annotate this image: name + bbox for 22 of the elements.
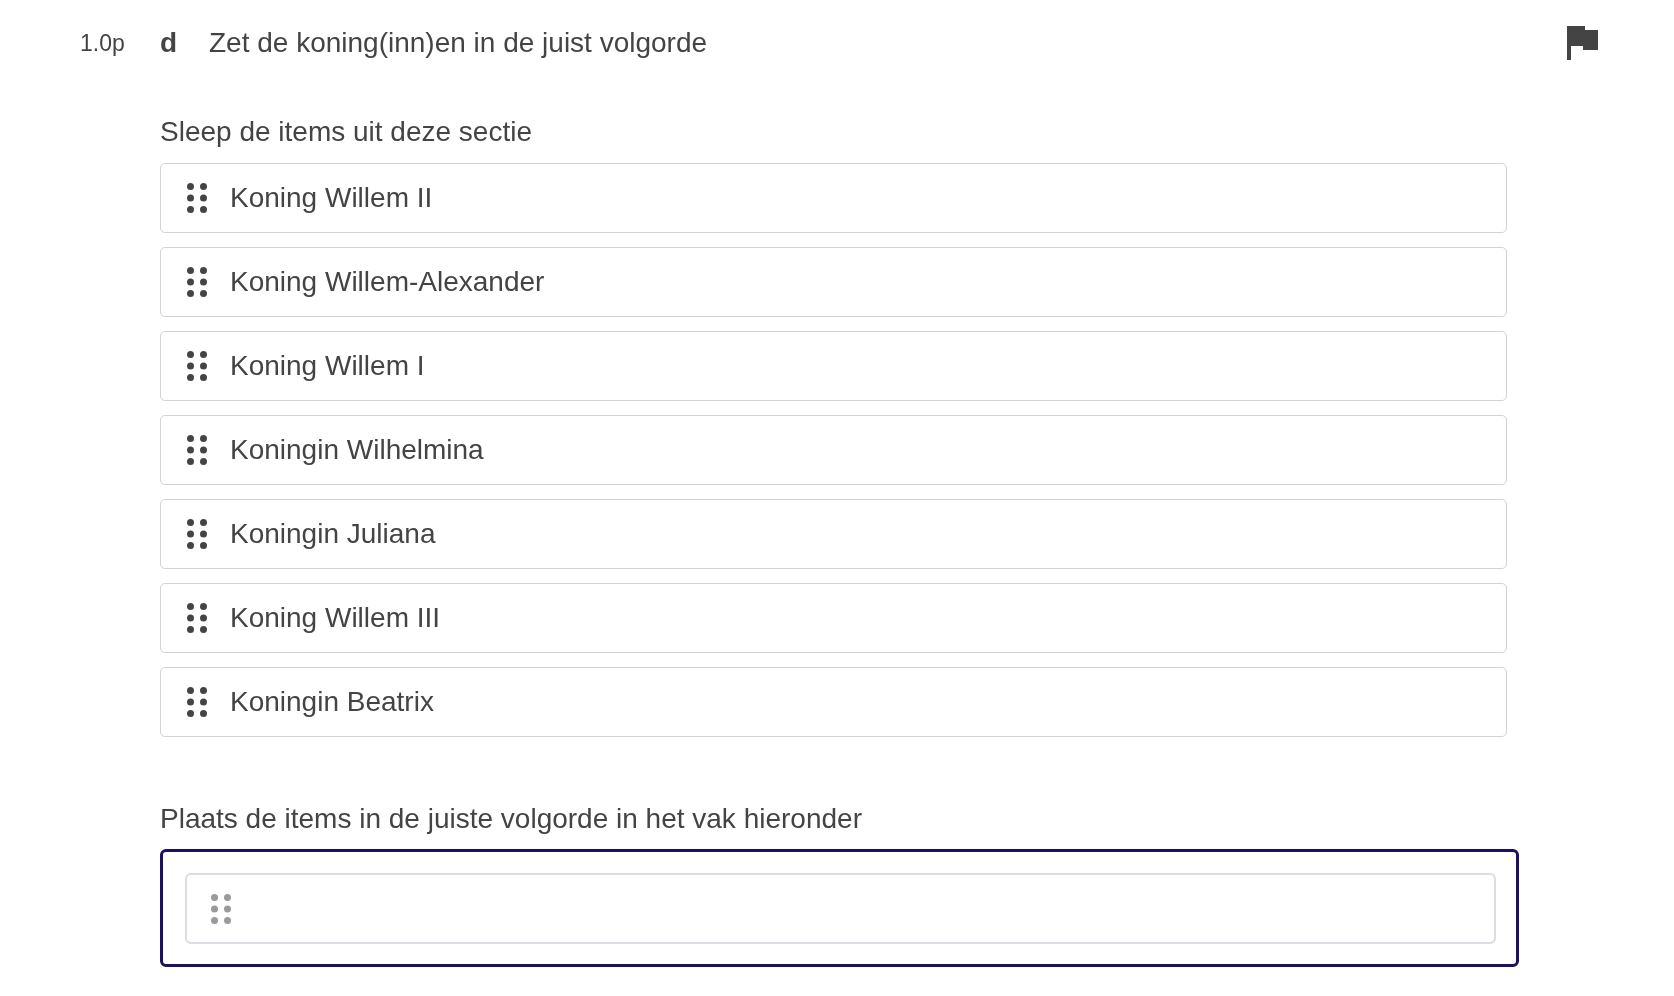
section-label: Plaats de items in de juiste volgorde in het vak hieronder (160, 803, 863, 835)
grip-icon (187, 435, 207, 465)
drag-item[interactable]: Koning Willem I (160, 331, 1507, 401)
flag-icon[interactable] (1567, 26, 1598, 60)
question-letter: d (160, 27, 179, 59)
drag-item[interactable]: Koningin Beatrix (160, 667, 1507, 737)
grip-icon (187, 183, 207, 213)
points-label: 1.0p (80, 29, 126, 58)
drag-item[interactable]: Koning Willem III (160, 583, 1507, 653)
grip-icon (187, 687, 207, 717)
drop-zone[interactable] (160, 849, 1519, 967)
drag-item[interactable]: Koningin Wilhelmina (160, 415, 1507, 485)
grip-icon (187, 603, 207, 633)
grip-icon (187, 351, 207, 381)
question-text: Zet de koning(inn)en in de juist volgorde (209, 27, 708, 59)
section-label: Sleep de items uit deze sectie (160, 116, 533, 148)
grip-icon (187, 267, 207, 297)
drag-item[interactable]: Koningin Juliana (160, 499, 1507, 569)
drag-item[interactable]: Koning Willem II (160, 163, 1507, 233)
grip-icon (187, 519, 207, 549)
drag-item[interactable]: Koning Willem-Alexander (160, 247, 1507, 317)
grip-icon (211, 893, 231, 924)
